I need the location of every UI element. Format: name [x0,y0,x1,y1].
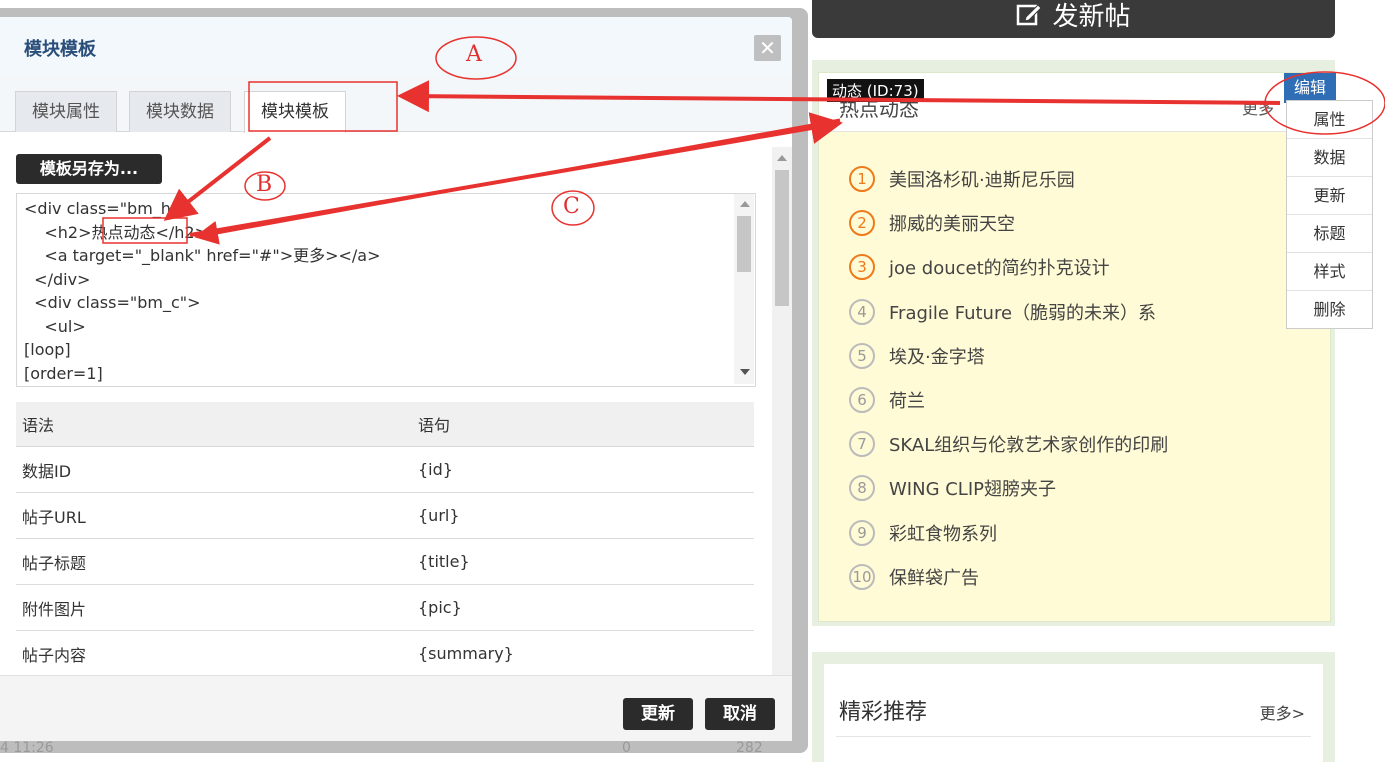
hot-dynamics-block: 热点动态 更多 动态 (ID:73) 编辑 1 美国洛杉矶·迪斯尼乐园 2 挪威的美丽… [812,60,1336,626]
list-item[interactable]: 1 美国洛杉矶·迪斯尼乐园 [849,157,1168,201]
list-item[interactable]: 4 Fragile Future（脆弱的未来）系 [849,290,1168,334]
column-header-syntax: 语法 [16,402,412,447]
rank-badge: 7 [849,431,875,458]
syntax-name-cell: 帖子URL [16,492,412,539]
scroll-thumb[interactable] [775,170,789,306]
edit-icon [1016,1,1043,27]
scroll-thumb[interactable] [737,216,751,272]
list-item-title[interactable]: 彩虹食物系列 [889,520,997,546]
rank-badge: 1 [849,166,875,193]
table-row: 帖子标题 {title} [16,538,754,585]
rank-badge: 10 [849,563,875,590]
edit-button[interactable]: 编辑 [1284,73,1336,103]
dialog-footer: 更新 取消 [0,675,792,741]
syntax-code-cell[interactable]: {id} [412,446,754,493]
list-item[interactable]: 5 埃及·金字塔 [849,334,1168,378]
syntax-name-cell: 帖子内容 [16,630,412,677]
list-item[interactable]: 2 挪威的美丽天空 [849,201,1168,245]
list-item-title[interactable]: Fragile Future（脆弱的未来）系 [889,299,1156,325]
syntax-name-cell: 数据ID [16,446,412,493]
reply-count: 0 [622,740,631,756]
list-item-title[interactable]: 保鲜袋广告 [889,564,979,590]
list-item-title[interactable]: 美国洛杉矶·迪斯尼乐园 [889,166,1075,192]
template-code-editor[interactable]: <div class="bm_h"> <h2>热点动态</h2> <a targ… [16,193,756,387]
syntax-name-cell: 帖子标题 [16,538,412,585]
list-item-title[interactable]: 埃及·金字塔 [889,343,985,369]
rank-badge: 3 [849,254,875,281]
rank-badge: 5 [849,342,875,369]
dialog-title: 模块模板 [24,39,96,60]
syntax-code-cell[interactable]: {url} [412,492,754,539]
code-scrollbar[interactable] [734,194,754,384]
list-item-title[interactable]: 挪威的美丽天空 [889,210,1015,236]
list-item[interactable]: 9 彩虹食物系列 [849,511,1168,555]
hot-more-link[interactable]: 更多 [1242,95,1274,119]
close-icon[interactable]: ✕ [754,35,781,61]
list-item[interactable]: 3 joe doucet的简约扑克设计 [849,245,1168,289]
update-button[interactable]: 更新 [623,698,693,730]
scroll-up-icon[interactable] [777,155,787,161]
list-item[interactable]: 8 WING CLIP翅膀夹子 [849,466,1168,510]
syntax-name-cell: 附件图片 [16,584,412,631]
hot-block-header: 热点动态 更多 动态 (ID:73) 编辑 [819,73,1336,132]
annotation-label-c: C [563,194,580,219]
recommend-title: 精彩推荐 [839,700,928,725]
list-item-title[interactable]: 荷兰 [889,387,925,413]
list-item[interactable]: 10 保鲜袋广告 [849,555,1168,599]
context-menu-item[interactable]: 更新 [1287,177,1372,215]
save-template-as-button[interactable]: 模板另存为... [16,154,162,184]
tab-module-data[interactable]: 模块数据 [129,91,231,132]
table-header-row: 语法 语句 [16,402,754,447]
list-item-title[interactable]: SKAL组织与伦敦艺术家创作的印刷 [889,431,1168,457]
recommend-block: 精彩推荐 更多> [812,652,1335,764]
syntax-code-cell[interactable]: {summary} [412,630,754,677]
module-template-dialog: 模块模板 ✕ 模块属性 模块数据 模块模板 模板另存为... <div clas… [0,17,792,741]
hot-list: 1 美国洛杉矶·迪斯尼乐园 2 挪威的美丽天空 3 joe doucet的简约扑克设计 4 F… [849,157,1168,599]
block-id-badge: 动态 (ID:73) [827,79,924,102]
annotation-label-b: B [256,172,273,197]
list-item-title[interactable]: joe doucet的简约扑克设计 [889,254,1110,280]
tab-module-properties[interactable]: 模块属性 [15,91,117,132]
divider [836,736,1311,737]
rank-badge: 4 [849,298,875,325]
list-item[interactable]: 6 荷兰 [849,378,1168,422]
syntax-code-cell[interactable]: {pic} [412,584,754,631]
template-code-text[interactable]: <div class="bm_h"> <h2>热点动态</h2> <a targ… [24,197,381,385]
context-menu-item[interactable]: 属性 [1287,101,1372,139]
context-menu-item[interactable]: 数据 [1287,139,1372,177]
syntax-code-cell[interactable]: {title} [412,538,754,585]
rank-badge: 6 [849,387,875,414]
list-item[interactable]: 7 SKAL组织与伦敦艺术家创作的印刷 [849,422,1168,466]
table-row: 帖子内容 {summary} [16,630,754,677]
scroll-down-icon[interactable] [740,369,750,375]
scroll-up-icon[interactable] [740,201,750,207]
table-row: 帖子URL {url} [16,492,754,539]
context-menu-item[interactable]: 样式 [1287,253,1372,291]
syntax-reference-table: 语法 语句 数据ID {id} 帖子URL {url} 帖子标题 {title} 附件图片{… [16,402,754,677]
view-count: 282 [736,740,763,756]
recommend-inner: 精彩推荐 更多> [824,664,1323,764]
column-header-statement: 语句 [412,402,754,447]
context-menu-item[interactable]: 标题 [1287,215,1372,253]
table-row: 数据ID {id} [16,446,754,493]
tab-module-template[interactable]: 模块模板 [244,91,346,133]
table-row: 附件图片 {pic} [16,584,754,631]
context-menu-item[interactable]: 删除 [1287,291,1372,328]
timestamp-text: 4 11:26 [0,740,54,756]
list-item-title[interactable]: WING CLIP翅膀夹子 [889,475,1056,501]
new-post-label: 发新帖 [1052,1,1131,32]
dialog-scrollbar[interactable] [772,147,792,681]
rank-badge: 2 [849,210,875,237]
tab-strip: 模块属性 模块数据 模块模板 [0,75,792,133]
hot-block-inner: 热点动态 更多 动态 (ID:73) 编辑 1 美国洛杉矶·迪斯尼乐园 2 挪威的美丽… [818,72,1336,622]
dialog-title-bar: 模块模板 ✕ [0,17,792,76]
rank-badge: 8 [849,475,875,502]
recommend-more-link[interactable]: 更多> [1260,700,1305,724]
cancel-button[interactable]: 取消 [705,698,775,730]
new-post-button[interactable]: 发新帖 [812,0,1335,38]
rank-badge: 9 [849,519,875,546]
block-context-menu: 属性 数据 更新 标题 样式 删除 [1286,100,1373,329]
annotation-label-a: A [466,42,482,67]
